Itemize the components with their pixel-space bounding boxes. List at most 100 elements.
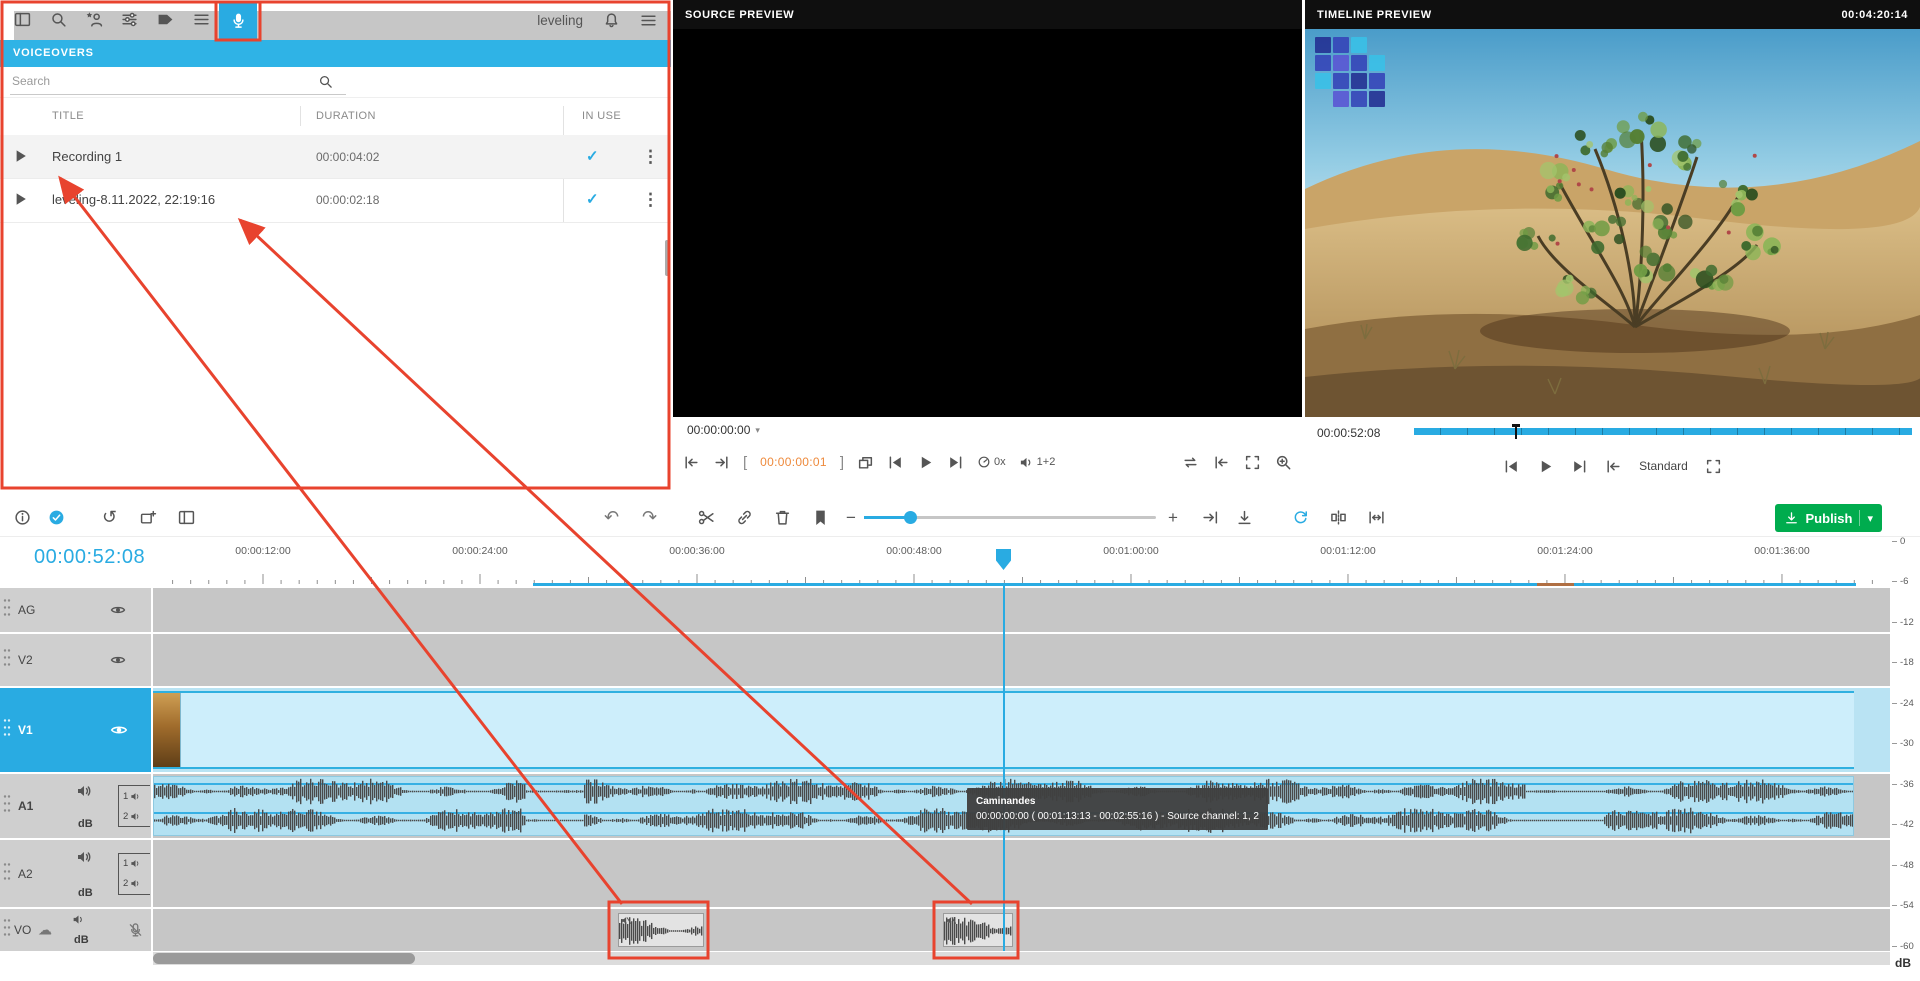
timeline-horizontal-scrollbar[interactable]	[153, 952, 1890, 965]
sync-cycle-icon[interactable]	[1292, 509, 1309, 526]
channel-speaker-icon[interactable]	[130, 878, 141, 889]
skip-back-button[interactable]	[887, 454, 904, 471]
link-icon[interactable]	[736, 509, 753, 526]
goto-start-button[interactable]	[1213, 454, 1230, 471]
publish-caret-icon[interactable]: ▾	[1867, 512, 1873, 525]
timeline-zoom-slider[interactable]	[864, 516, 1156, 519]
track-mute-speaker-icon[interactable]	[76, 783, 92, 799]
voiceover-clip-1[interactable]	[618, 913, 704, 947]
skip-forward-button[interactable]	[947, 454, 964, 471]
track-db-label[interactable]: dB	[78, 887, 93, 899]
track-visibility-eye-icon[interactable]	[110, 602, 126, 618]
track-v1-body[interactable]	[153, 688, 1890, 772]
track-a1-header[interactable]: A1 dB 1 2	[0, 774, 151, 838]
source-timecode[interactable]: 00:00:00:00 ▾	[687, 423, 760, 437]
fullscreen-icon[interactable]	[1705, 458, 1722, 475]
goto-in-button[interactable]	[683, 454, 700, 471]
zoom-in-plus-icon[interactable]: +	[1168, 509, 1178, 526]
delete-trash-icon[interactable]	[774, 509, 791, 526]
drag-handle-icon[interactable]	[3, 918, 11, 943]
loop-button[interactable]	[1182, 454, 1199, 471]
track-visibility-eye-icon[interactable]	[110, 652, 126, 668]
overwrite-mode-icon[interactable]	[1236, 509, 1253, 526]
playback-speed[interactable]: 0x	[977, 455, 1006, 469]
column-in-use[interactable]: IN USE	[582, 110, 621, 122]
audio-channels[interactable]: 1+2	[1019, 455, 1056, 470]
track-mute-speaker-icon[interactable]	[72, 913, 85, 926]
goto-start-button[interactable]	[1605, 458, 1622, 475]
redo-icon[interactable]: ↷	[642, 509, 657, 526]
track-mute-speaker-icon[interactable]	[76, 849, 92, 865]
track-ag-header[interactable]: AG	[0, 588, 151, 632]
set-out-bracket[interactable]: ]	[840, 454, 844, 471]
preview-scrub-bar[interactable]	[1414, 428, 1912, 435]
scrub-position-marker[interactable]	[1515, 424, 1517, 439]
source-video-viewport[interactable]	[673, 29, 1302, 417]
track-a2-header[interactable]: A2 dB 1 2	[0, 840, 151, 907]
zoom-out-icon[interactable]: −	[846, 509, 856, 526]
overwrite-to-timeline-icon[interactable]	[857, 454, 874, 471]
play-button[interactable]	[1537, 458, 1554, 475]
main-menu-icon[interactable]	[640, 12, 657, 29]
row-menu-kebab-icon[interactable]: ⋮	[642, 190, 659, 210]
trim-expand-icon[interactable]	[1368, 509, 1385, 526]
track-db-label[interactable]: dB	[78, 818, 93, 830]
skip-back-button[interactable]	[1503, 458, 1520, 475]
add-clip-icon[interactable]	[140, 509, 157, 526]
panel-toggle-icon[interactable]	[178, 509, 195, 526]
channel-speaker-icon[interactable]	[130, 858, 141, 869]
channel-speaker-icon[interactable]	[130, 791, 141, 802]
drag-handle-icon[interactable]	[3, 861, 11, 886]
track-v2-body[interactable]	[153, 634, 1890, 686]
quality-selector[interactable]: Standard	[1639, 459, 1688, 473]
drag-handle-icon[interactable]	[3, 718, 11, 743]
project-name[interactable]: leveling	[537, 13, 583, 28]
search-input-icon[interactable]	[318, 74, 333, 89]
insert-mode-icon[interactable]	[1202, 509, 1219, 526]
timeline-ruler[interactable]: 00:00:12:00 00:00:24:00 00:00:36:00 00:0…	[153, 536, 1890, 586]
playhead-timecode[interactable]: 00:00:52:08	[34, 546, 145, 569]
fullscreen-icon[interactable]	[1244, 454, 1261, 471]
track-vo-body[interactable]	[153, 909, 1890, 951]
track-a2-body[interactable]	[153, 840, 1890, 907]
drag-handle-icon[interactable]	[3, 794, 11, 819]
track-visibility-eye-icon[interactable]	[110, 721, 128, 739]
track-vo-header[interactable]: VO ☁ dB	[0, 909, 151, 951]
zoom-in-icon[interactable]	[1275, 454, 1292, 471]
play-button[interactable]	[917, 454, 934, 471]
column-title[interactable]: TITLE	[52, 110, 84, 122]
undo-icon[interactable]: ↶	[604, 509, 619, 526]
play-voiceover-button[interactable]	[14, 149, 28, 163]
notifications-bell-icon[interactable]	[603, 12, 620, 29]
in-use-check-icon[interactable]: ✓	[586, 147, 599, 165]
timeline-video-viewport[interactable]	[1305, 29, 1920, 417]
play-voiceover-button[interactable]	[14, 192, 28, 206]
cut-scissors-icon[interactable]	[698, 509, 715, 526]
drag-handle-icon[interactable]	[3, 598, 11, 623]
track-v1-header[interactable]: V1	[0, 688, 151, 772]
drag-handle-icon[interactable]	[3, 648, 11, 673]
in-point-timecode[interactable]: 00:00:00:01	[760, 455, 827, 469]
track-db-label[interactable]: dB	[74, 934, 89, 946]
column-duration[interactable]: DURATION	[316, 110, 376, 122]
in-use-check-icon[interactable]: ✓	[586, 190, 599, 208]
scrollbar-thumb[interactable]	[153, 953, 415, 964]
playhead-marker[interactable]	[996, 549, 1011, 570]
set-in-bracket[interactable]: [	[743, 454, 747, 471]
search-input[interactable]	[10, 70, 346, 95]
voiceover-mic-icon[interactable]	[128, 923, 143, 938]
skip-forward-button[interactable]	[1571, 458, 1588, 475]
marker-icon[interactable]	[812, 509, 829, 526]
voiceover-row[interactable]: leveling-8.11.2022, 22:19:16 00:00:02:18…	[0, 178, 671, 223]
panel-scrollbar-thumb[interactable]	[665, 240, 669, 276]
channel-speaker-icon[interactable]	[130, 811, 141, 822]
record-voiceover-button[interactable]	[219, 2, 257, 39]
track-v2-header[interactable]: V2	[0, 634, 151, 686]
zoom-slider-knob[interactable]	[904, 511, 917, 524]
revert-icon[interactable]: ↺	[102, 509, 117, 526]
voiceover-row[interactable]: Recording 1 00:00:04:02 ✓ ⋮	[0, 135, 671, 179]
timecode-caret-icon[interactable]: ▾	[755, 425, 760, 436]
approve-check-icon[interactable]	[48, 509, 65, 526]
publish-button[interactable]: Publish ▾	[1775, 504, 1882, 532]
split-clip-icon[interactable]	[1330, 509, 1347, 526]
